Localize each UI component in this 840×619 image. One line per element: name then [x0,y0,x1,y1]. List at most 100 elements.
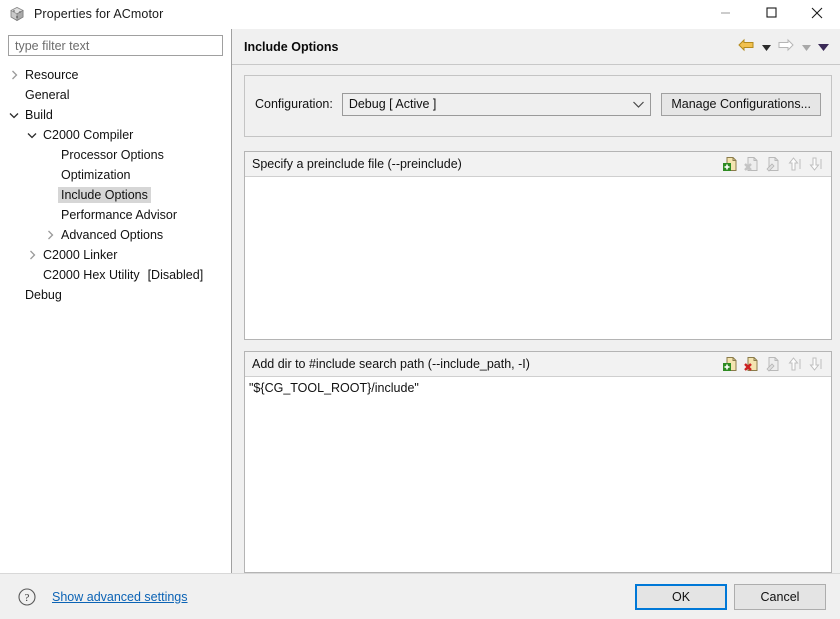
preinclude-list[interactable] [245,177,831,339]
title-bar: Properties for ACmotor [0,0,840,29]
close-button[interactable] [794,0,840,28]
cube-icon [9,6,25,22]
sidebar-item-label: C2000 Linker [43,248,118,262]
sidebar-item-c2000-hex-utility[interactable]: C2000 Hex Utility [Disabled] [0,265,231,285]
include-path-group: Add dir to #include search path (--inclu… [244,351,832,573]
sidebar-item-build[interactable]: Build [0,105,231,125]
maximize-button[interactable] [748,0,794,28]
search-input[interactable] [13,37,218,54]
filter-box[interactable] [8,35,223,56]
forward-arrow-icon [778,38,794,55]
sidebar-item-label-wrap: Build [22,107,56,123]
move-down-icon [805,155,824,174]
edit-icon [763,355,782,374]
preinclude-group-header: Specify a preinclude file (--preinclude) [245,152,831,177]
chevron-down-icon[interactable] [6,107,22,123]
sidebar-item-advanced-options[interactable]: Advanced Options [0,225,231,245]
sidebar-item-label-wrap: General [22,87,72,103]
include-path-group-header: Add dir to #include search path (--inclu… [245,352,831,377]
manage-configurations-button[interactable]: Manage Configurations... [661,92,821,116]
chevron-right-icon[interactable] [42,227,58,243]
chevron-down-icon [817,40,829,54]
edit-icon [763,155,782,174]
sidebar-item-label: C2000 Compiler [43,128,134,142]
sidebar-item-label: Build [25,108,53,122]
sidebar-item-general[interactable]: General [0,85,231,105]
sidebar-item-label: C2000 Hex Utility [43,268,140,282]
chevron-down-icon [627,101,645,108]
back-arrow-icon [738,38,754,55]
settings-tree-pane: Resource General Build C2000 Compiler Proces… [0,29,232,573]
page-body: Configuration: Debug [ Active ] Manage C… [232,65,840,573]
configuration-select[interactable]: Debug [ Active ] [341,92,652,116]
help-icon[interactable]: ? [18,587,36,606]
sidebar-item-label: Advanced Options [61,228,164,242]
sidebar-item-label-wrap: Include Options [58,187,151,203]
back-history-button[interactable] [759,37,773,57]
move-up-icon [784,155,803,174]
sidebar-item-label: General [25,88,70,102]
page-menu-button[interactable] [816,37,830,57]
chevron-down-icon[interactable] [24,127,40,143]
sidebar-item-c2000-linker[interactable]: C2000 Linker [0,245,231,265]
close-icon [811,7,823,22]
configuration-selected-value: Debug [ Active ] [348,97,437,111]
sidebar-item-label-wrap: Debug [22,287,65,303]
maximize-icon [765,7,777,21]
settings-content-pane: Include Options Configuration: Debug [A… [232,29,840,573]
dialog-footer: ? Show advanced settings OK Cancel [0,573,840,619]
sidebar-item-performance-advisor[interactable]: Performance Advisor [0,205,231,225]
sidebar-item-label-wrap: Optimization [58,167,133,183]
back-button[interactable] [736,37,756,57]
sidebar-item-label-wrap: Performance Advisor [58,207,180,223]
page-title: Include Options [244,39,339,54]
minimize-button[interactable] [702,0,748,28]
delete-icon [742,155,761,174]
dialog-buttons: OK Cancel [635,583,826,610]
sidebar-item-label: Debug [25,288,62,302]
page-header: Include Options [232,29,840,65]
sidebar-item-label-wrap: C2000 Hex Utility [Disabled] [40,267,203,283]
sidebar-item-label-wrap: C2000 Compiler [40,127,136,143]
configuration-label: Configuration: [255,97,333,111]
sidebar-item-label-wrap: Advanced Options [58,227,166,243]
window-title: Properties for ACmotor [34,7,164,21]
show-advanced-settings-link[interactable]: Show advanced settings [52,590,188,604]
chevron-right-icon[interactable] [6,67,22,83]
add-icon[interactable] [721,355,740,374]
forward-history-button[interactable] [799,37,813,57]
sidebar-item-resource[interactable]: Resource [0,65,231,85]
preinclude-group-title: Specify a preinclude file (--preinclude) [252,157,462,171]
ok-button[interactable]: OK [635,583,727,610]
include-path-list[interactable]: "${CG_TOOL_ROOT}/include" [245,377,831,572]
cancel-button[interactable]: Cancel [734,583,826,610]
sidebar-item-optimization[interactable]: Optimization [0,165,231,185]
list-item[interactable]: "${CG_TOOL_ROOT}/include" [248,379,831,397]
move-up-icon [784,355,803,374]
sidebar-item-processor-options[interactable]: Processor Options [0,145,231,165]
configuration-block: Configuration: Debug [ Active ] Manage C… [244,75,832,137]
chevron-right-icon[interactable] [24,247,40,263]
preinclude-toolbar [721,155,824,174]
sidebar-item-label: Optimization [61,168,131,182]
sidebar-item-label-wrap: Resource [22,67,82,83]
dialog-body: Resource General Build C2000 Compiler Proces… [0,29,840,573]
forward-button[interactable] [776,37,796,57]
sidebar-item-include-options[interactable]: Include Options [0,185,231,205]
minimize-icon [720,7,731,21]
add-icon[interactable] [721,155,740,174]
sidebar-item-label: Include Options [58,187,151,203]
sidebar-item-debug[interactable]: Debug [0,285,231,305]
sidebar-item-c2000-compiler[interactable]: C2000 Compiler [0,125,231,145]
chevron-down-icon [761,40,771,54]
include-path-group-title: Add dir to #include search path (--inclu… [252,357,530,371]
settings-tree: Resource General Build C2000 Compiler Proces… [0,65,231,305]
preinclude-group: Specify a preinclude file (--preinclude) [244,151,832,340]
delete-icon[interactable] [742,355,761,374]
